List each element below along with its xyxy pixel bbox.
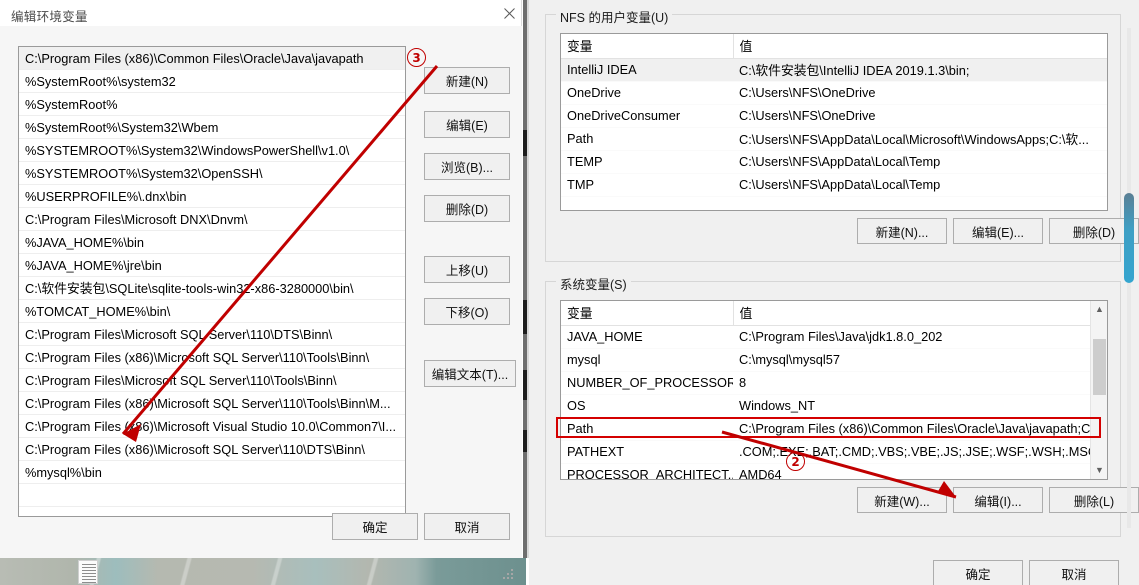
step-3-badge: 3 <box>407 48 426 67</box>
annotation-arrows <box>121 65 957 499</box>
screen: 编辑环境变量 C:\Program Files (x86)\Common Fil… <box>0 0 1139 585</box>
step-2-badge: 2 <box>786 452 805 471</box>
